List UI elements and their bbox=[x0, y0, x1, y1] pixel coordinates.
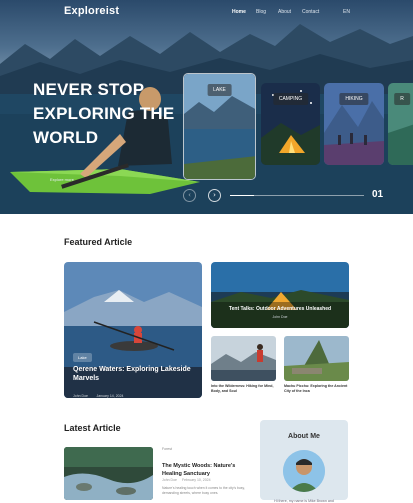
featured-wide-card[interactable]: Tent Talks: Outdoor Adventures Unleashed… bbox=[211, 262, 349, 328]
hero-title: NEVER STOP EXPLORING THE WORLD bbox=[33, 80, 175, 147]
hero-section: Exploreist Home Blog About Contact EN NE… bbox=[0, 0, 413, 214]
featured-small-card[interactable]: Machu Picchu: Exploring the Ancient City… bbox=[284, 336, 349, 394]
destination-card-hiking[interactable]: HIKING bbox=[324, 83, 384, 165]
featured-wide-title[interactable]: Tent Talks: Outdoor Adventures Unleashed bbox=[211, 306, 349, 312]
latest-article-image[interactable] bbox=[64, 447, 153, 500]
author-name: John Doe bbox=[162, 478, 177, 482]
card-tag-hiking: HIKING bbox=[339, 93, 369, 105]
author-name: John Doe bbox=[272, 315, 288, 319]
destination-card-lake[interactable]: LAKE bbox=[183, 73, 256, 180]
slide-counter: 01 bbox=[372, 189, 384, 200]
hiker-image bbox=[211, 336, 276, 381]
avatar bbox=[283, 450, 325, 492]
card-tag-camping: CAMPING bbox=[272, 93, 309, 105]
author-name: John Doe bbox=[73, 394, 88, 398]
card-tag-lake: LAKE bbox=[207, 84, 232, 96]
article-category-badge: Lake bbox=[73, 353, 92, 362]
featured-main-meta: John Doe January 14, 2024 bbox=[73, 384, 124, 398]
small-card-title[interactable]: Into the Wilderness: Hiking for Mind, Bo… bbox=[211, 384, 276, 394]
small-card-title[interactable]: Machu Picchu: Exploring the Ancient City… bbox=[284, 384, 349, 394]
latest-meta: John Doe February 10, 2024 bbox=[162, 478, 211, 482]
featured-heading: Featured Article bbox=[64, 237, 133, 247]
latest-title[interactable]: The Mystic Woods: Nature's Healing Sanct… bbox=[162, 462, 254, 478]
language-switch[interactable]: EN bbox=[343, 9, 350, 15]
nav-link-blog[interactable]: Blog bbox=[256, 9, 266, 15]
hero-subtitle[interactable]: Explore more bbox=[50, 177, 74, 182]
latest-excerpt: Nature's healing touch when it comes to … bbox=[162, 486, 245, 495]
site-logo[interactable]: Exploreist bbox=[64, 5, 119, 17]
featured-main-card[interactable]: Lake Qerene Waters: Exploring Lakeside M… bbox=[64, 262, 202, 398]
next-slide-button[interactable]: › bbox=[208, 189, 221, 202]
small-card-image bbox=[284, 336, 349, 381]
nav-link-about[interactable]: About bbox=[278, 9, 291, 15]
publish-date: January 14, 2024 bbox=[96, 394, 124, 398]
about-heading: About Me bbox=[288, 433, 320, 440]
top-nav: Exploreist Home Blog About Contact EN bbox=[0, 0, 413, 24]
publish-date: February 10, 2024 bbox=[181, 478, 211, 482]
latest-heading: Latest Article bbox=[64, 423, 121, 433]
slide-progress bbox=[230, 195, 364, 196]
destination-card-next[interactable]: R bbox=[388, 83, 413, 165]
nav-link-contact[interactable]: Contact bbox=[302, 9, 319, 15]
small-card-image bbox=[211, 336, 276, 381]
latest-category: Forest bbox=[162, 447, 172, 451]
card-tag-next: R bbox=[394, 93, 410, 105]
slide-progress-fill bbox=[230, 195, 255, 196]
destination-card-camping[interactable]: CAMPING bbox=[261, 83, 320, 165]
machu-picchu-image bbox=[284, 336, 349, 381]
author-photo bbox=[283, 450, 325, 492]
nav-link-home[interactable]: Home bbox=[232, 9, 246, 15]
forest-stream-image bbox=[64, 447, 153, 500]
featured-main-title[interactable]: Qerene Waters: Exploring Lakeside Marvel… bbox=[73, 365, 198, 383]
about-widget: About Me Hi there, my name is Mike Brown… bbox=[260, 420, 348, 503]
prev-slide-button[interactable]: ‹ bbox=[183, 189, 196, 202]
featured-small-card[interactable]: Into the Wilderness: Hiking for Mind, Bo… bbox=[211, 336, 276, 394]
